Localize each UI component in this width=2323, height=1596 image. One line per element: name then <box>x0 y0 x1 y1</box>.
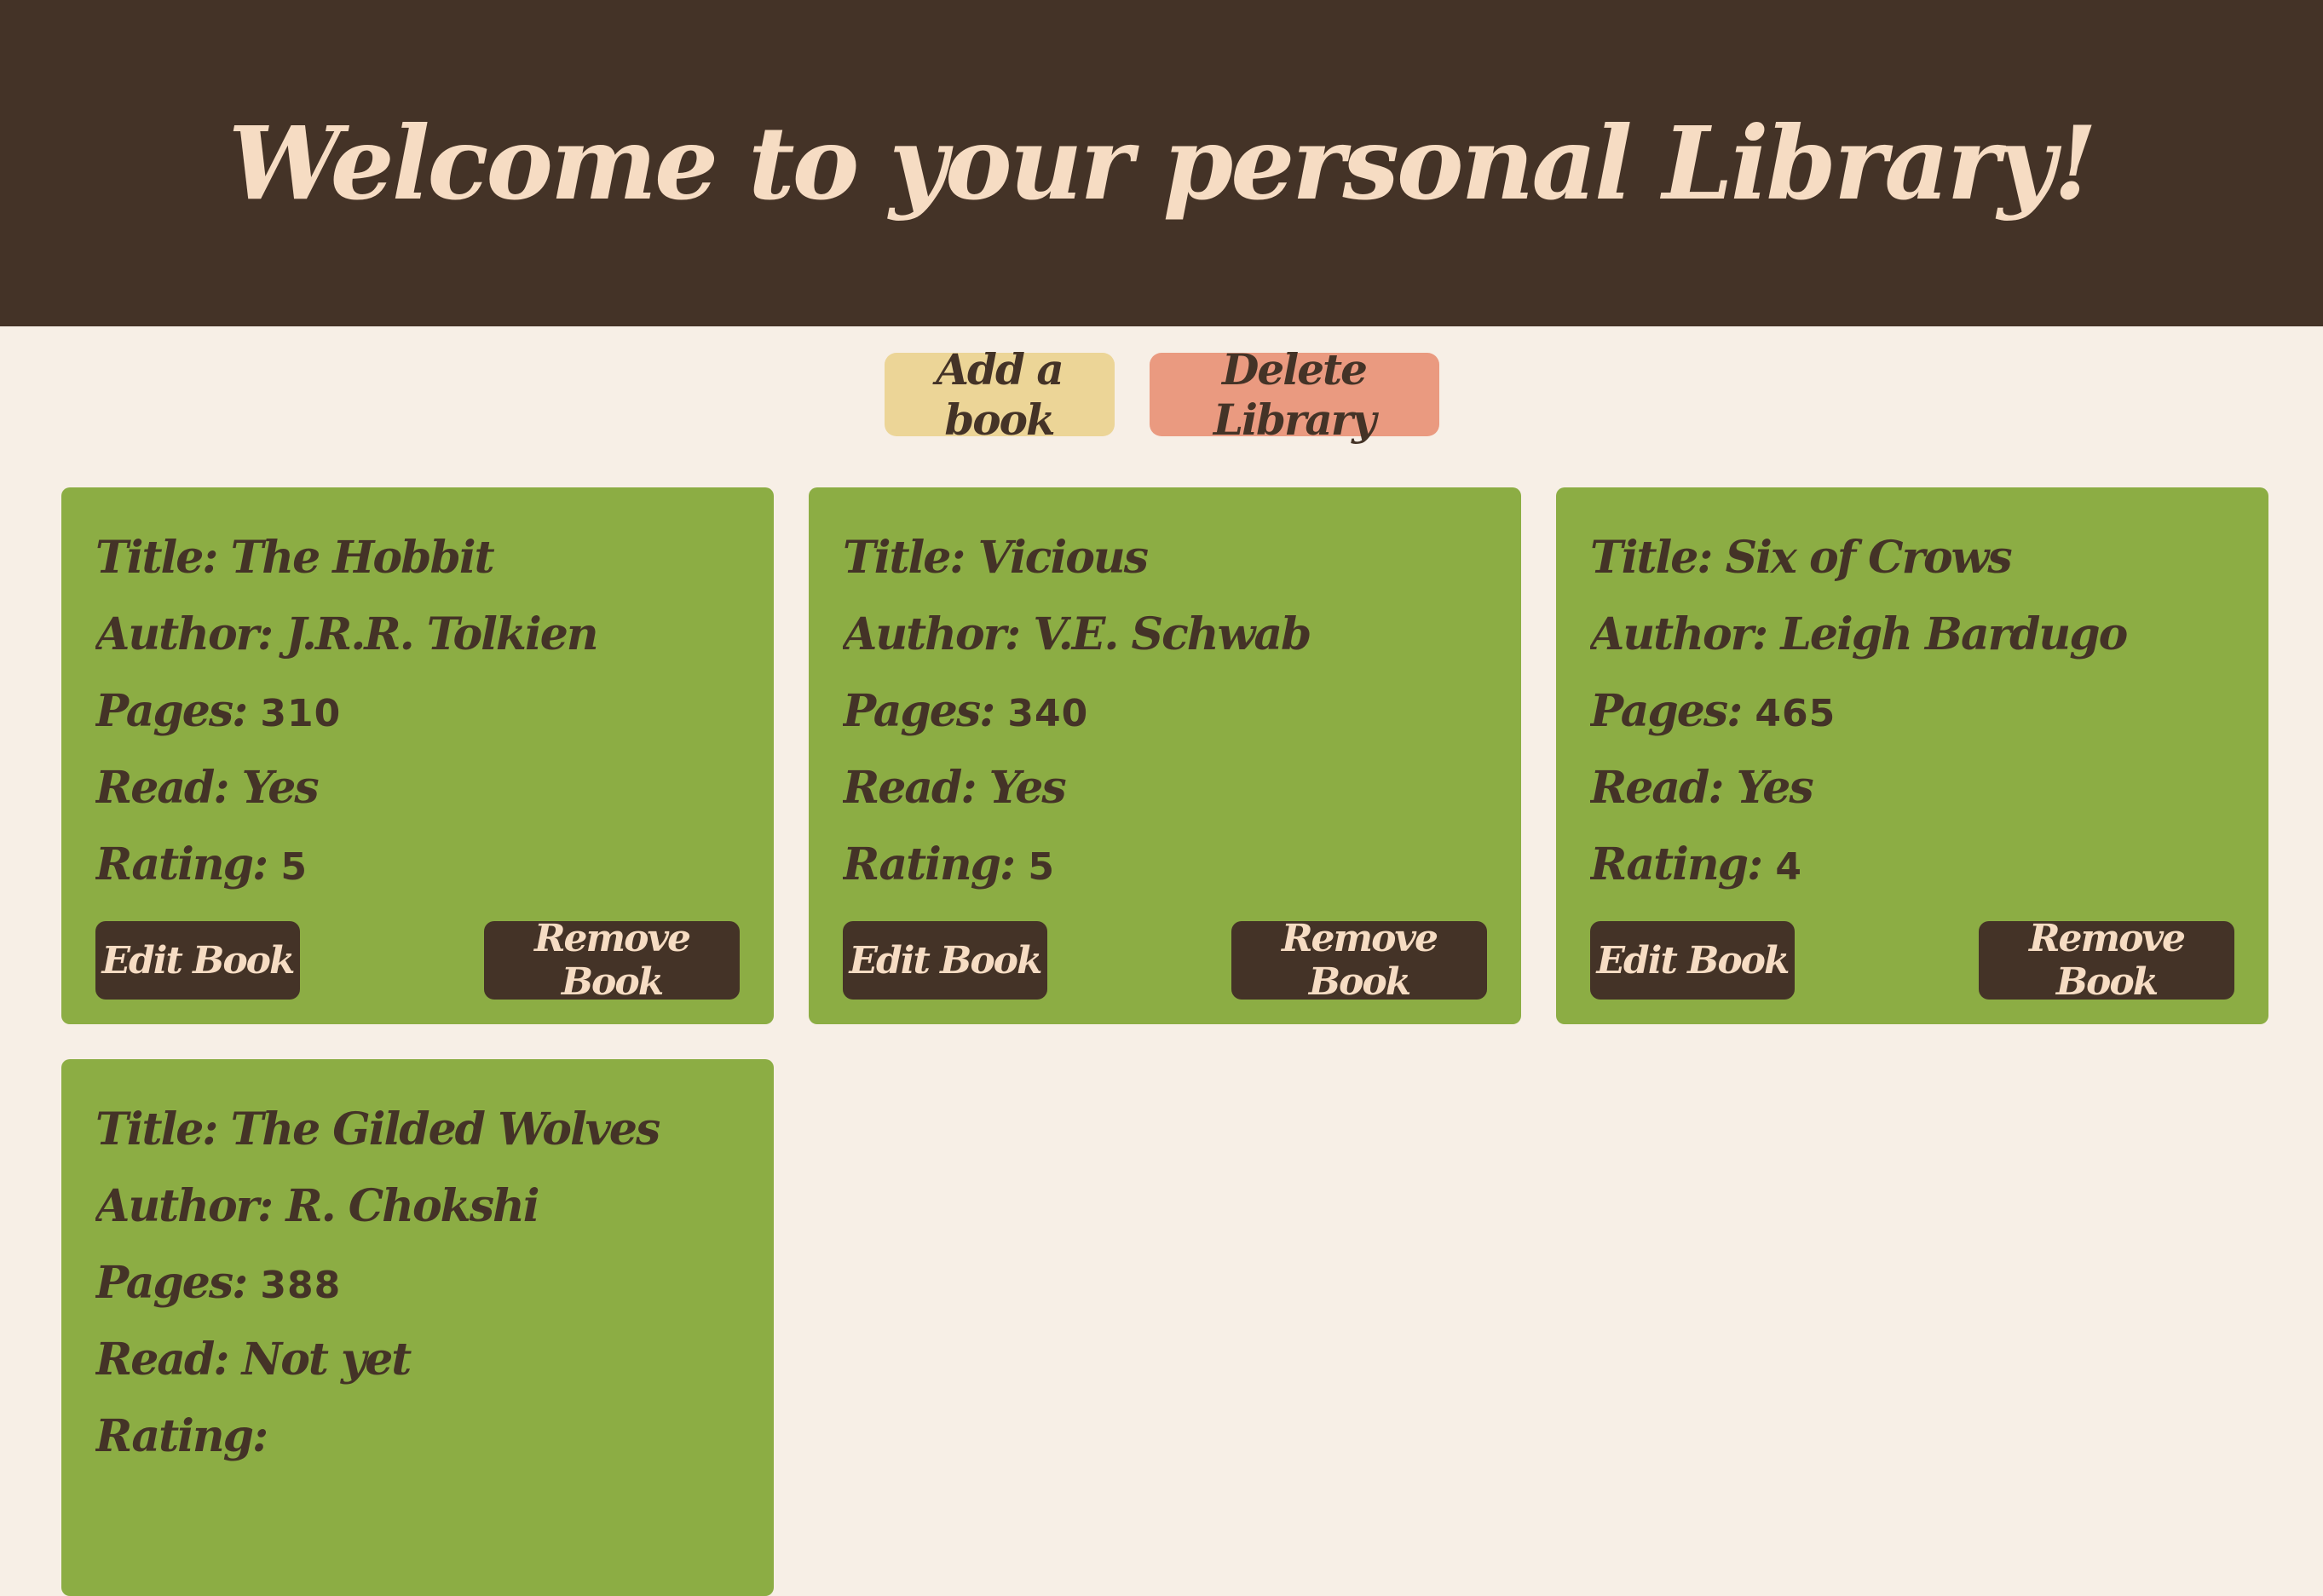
read-value: Yes <box>241 762 320 814</box>
pages-value: 388 <box>260 1264 342 1307</box>
book-rating: Rating: 5 <box>95 827 740 903</box>
edit-book-button[interactable]: Edit Book <box>843 921 1047 1000</box>
page-header: Welcome to your personal Library! <box>0 0 2323 326</box>
read-label: Read: <box>95 1334 242 1386</box>
author-value: Leigh Bardugo <box>1780 608 2128 660</box>
read-value: Yes <box>989 762 1067 814</box>
author-label: Author: <box>1590 608 1781 660</box>
title-value: The Hobbit <box>230 532 495 584</box>
title-value: Six of Crows <box>1725 532 2013 584</box>
title-label: Title: <box>843 532 978 584</box>
pages-value: 310 <box>260 692 342 735</box>
rating-label: Rating: <box>95 838 281 890</box>
rating-label: Rating: <box>1590 838 1776 890</box>
read-value: Yes <box>1736 762 1814 814</box>
book-title: Title: The Hobbit <box>95 520 740 596</box>
book-card: Title: Vicious Author: V.E. Schwab Pages… <box>809 487 1521 1024</box>
book-rating: Rating: 5 <box>843 827 1487 903</box>
rating-label: Rating: <box>95 1410 268 1462</box>
read-label: Read: <box>95 762 242 814</box>
book-pages: Pages: 340 <box>843 673 1487 750</box>
author-value: J.R.R. Tolkien <box>285 608 598 660</box>
book-author: Author: V.E. Schwab <box>843 596 1487 673</box>
remove-book-button[interactable]: Remove Book <box>484 917 740 1004</box>
book-author: Author: J.R.R. Tolkien <box>95 596 740 673</box>
card-actions: Edit Book Remove Book <box>843 917 1487 1004</box>
read-value: Not yet <box>241 1334 412 1386</box>
book-author: Author: Leigh Bardugo <box>1590 596 2234 673</box>
pages-label: Pages: <box>95 1257 261 1309</box>
rating-label: Rating: <box>843 838 1029 890</box>
library-controls: Add a book Delete Library <box>0 344 2323 445</box>
book-card: Title: The Hobbit Author: J.R.R. Tolkien… <box>61 487 774 1024</box>
pages-label: Pages: <box>1590 685 1755 737</box>
book-read: Read: Not yet <box>95 1322 740 1398</box>
author-label: Author: <box>95 1180 286 1232</box>
book-pages: Pages: 465 <box>1590 673 2234 750</box>
book-author: Author: R. Chokshi <box>95 1168 740 1245</box>
read-label: Read: <box>1590 762 1737 814</box>
read-label: Read: <box>843 762 989 814</box>
book-pages: Pages: 310 <box>95 673 740 750</box>
book-read: Read: Yes <box>95 750 740 827</box>
rating-value: 5 <box>280 845 308 889</box>
rating-value: 5 <box>1028 845 1055 889</box>
book-title: Title: Vicious <box>843 520 1487 596</box>
book-card: Title: The Gilded Wolves Author: R. Chok… <box>61 1059 774 1596</box>
book-title: Title: The Gilded Wolves <box>95 1092 740 1168</box>
author-label: Author: <box>843 608 1034 660</box>
pages-label: Pages: <box>843 685 1008 737</box>
title-label: Title: <box>1590 532 1726 584</box>
book-card: Title: Six of Crows Author: Leigh Bardug… <box>1556 487 2268 1024</box>
book-rating: Rating: <box>95 1398 740 1475</box>
rating-value: 4 <box>1775 845 1802 889</box>
author-value: R. Chokshi <box>285 1180 539 1232</box>
author-label: Author: <box>95 608 286 660</box>
remove-book-button[interactable]: Remove Book <box>1979 917 2234 1004</box>
pages-label: Pages: <box>95 685 261 737</box>
book-rating: Rating: 4 <box>1590 827 2234 903</box>
edit-book-button[interactable]: Edit Book <box>1590 921 1795 1000</box>
card-actions: Edit Book Remove Book <box>95 917 740 1004</box>
edit-book-button[interactable]: Edit Book <box>95 921 300 1000</box>
card-actions: Edit Book Remove Book <box>1590 917 2234 1004</box>
pages-value: 340 <box>1007 692 1089 735</box>
page-title: Welcome to your personal Library! <box>228 104 2097 222</box>
pages-value: 465 <box>1755 692 1836 735</box>
title-value: Vicious <box>977 532 1149 584</box>
title-label: Title: <box>95 532 231 584</box>
book-read: Read: Yes <box>1590 750 2234 827</box>
book-pages: Pages: 388 <box>95 1245 740 1322</box>
book-read: Read: Yes <box>843 750 1487 827</box>
book-title: Title: Six of Crows <box>1590 520 2234 596</box>
title-label: Title: <box>95 1103 231 1155</box>
add-book-button[interactable]: Add a book <box>884 344 1115 445</box>
book-grid: Title: The Hobbit Author: J.R.R. Tolkien… <box>61 487 2268 1596</box>
title-value: The Gilded Wolves <box>230 1103 661 1155</box>
remove-book-button[interactable]: Remove Book <box>1231 917 1487 1004</box>
delete-library-button[interactable]: Delete Library <box>1149 344 1439 445</box>
author-value: V.E. Schwab <box>1033 608 1311 660</box>
